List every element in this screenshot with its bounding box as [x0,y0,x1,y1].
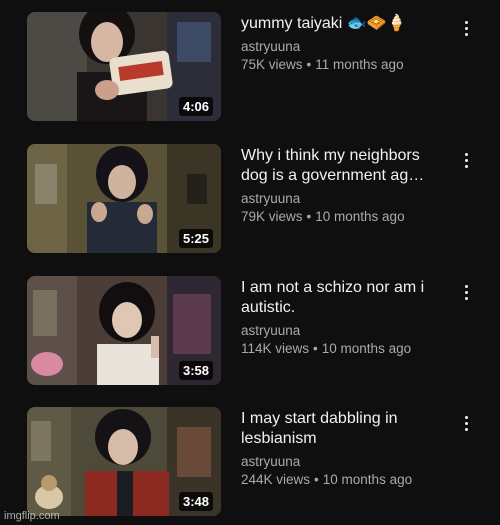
video-title-line[interactable]: Why i think my neighbors [241,146,451,166]
view-count: 75K views [241,57,303,72]
channel-name[interactable]: astryuuna [241,38,451,56]
video-item[interactable]: 4:06 yummy taiyaki 🐟🧇🍦 astryuuna 75K vie… [0,12,500,124]
video-item[interactable]: 3:58 I am not a schizo nor am i autistic… [0,276,500,388]
channel-name[interactable]: astryuuna [241,190,451,208]
view-count: 244K views [241,472,311,487]
video-title-line[interactable]: I may start dabbling in [241,409,451,429]
video-thumbnail[interactable]: 5:25 [27,144,221,253]
view-count: 114K views [241,341,310,356]
upload-age: 10 months ago [321,341,412,356]
separator-dot: • [306,209,312,224]
watermark: imgflip.com [4,510,60,522]
video-title-line[interactable]: lesbianism [241,429,451,449]
video-stats: 114K views • 10 months ago [241,340,451,358]
separator-dot: • [314,472,319,487]
video-meta: I may start dabbling in lesbianism astry… [241,409,451,489]
video-thumbnail[interactable]: 3:58 [27,276,221,385]
video-duration: 3:58 [178,361,213,380]
video-stats: 75K views • 11 months ago [241,56,451,74]
more-vertical-icon[interactable] [456,148,476,172]
video-meta: yummy taiyaki 🐟🧇🍦 astryuuna 75K views • 11… [241,14,451,74]
video-meta: Why i think my neighbors dog is a govern… [241,146,451,226]
upload-age: 10 months ago [322,472,413,487]
more-vertical-icon[interactable] [456,16,476,40]
separator-dot: • [306,57,312,72]
video-title[interactable]: yummy taiyaki 🐟🧇🍦 [241,14,451,34]
video-duration: 3:48 [178,492,213,511]
view-count: 79K views [241,209,303,224]
video-title-line[interactable]: I am not a schizo nor am i [241,278,451,298]
more-vertical-icon[interactable] [456,411,476,435]
video-thumbnail[interactable]: 4:06 [27,12,221,121]
video-item[interactable]: 3:48 I may start dabbling in lesbianism … [0,407,500,519]
video-duration: 5:25 [178,229,213,248]
channel-name[interactable]: astryuuna [241,453,451,471]
video-stats: 79K views • 10 months ago [241,208,451,226]
upload-age: 11 months ago [315,57,404,72]
video-thumbnail[interactable]: 3:48 [27,407,221,516]
video-title-line[interactable]: autistic. [241,298,451,318]
video-title-line[interactable]: dog is a government ag… [241,166,451,186]
separator-dot: • [313,341,318,356]
video-item[interactable]: 5:25 Why i think my neighbors dog is a g… [0,144,500,256]
upload-age: 10 months ago [315,209,405,224]
channel-name[interactable]: astryuuna [241,322,451,340]
more-vertical-icon[interactable] [456,280,476,304]
video-stats: 244K views • 10 months ago [241,471,451,489]
video-duration: 4:06 [178,97,213,116]
video-list: 4:06 yummy taiyaki 🐟🧇🍦 astryuuna 75K vie… [0,0,500,525]
video-meta: I am not a schizo nor am i autistic. ast… [241,278,451,358]
